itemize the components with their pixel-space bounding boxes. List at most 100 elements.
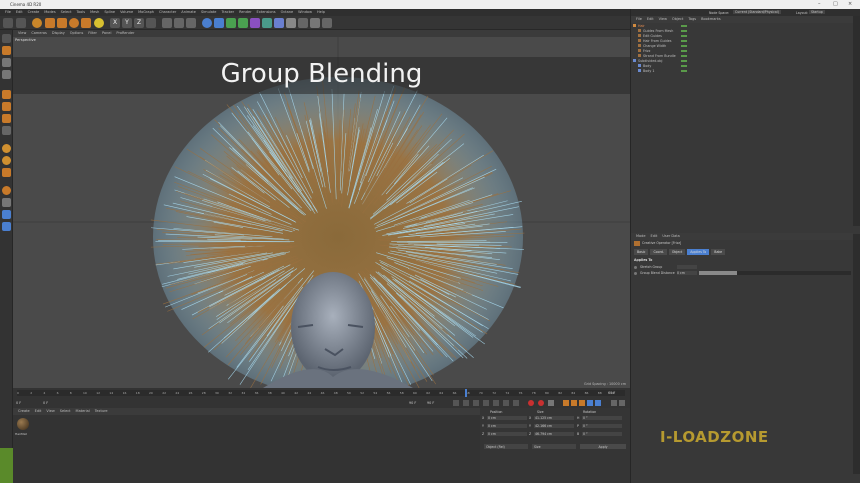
- keyframe-selection-icon[interactable]: [548, 400, 554, 406]
- key-param-icon[interactable]: [587, 400, 593, 406]
- end-frame-field[interactable]: 90 F: [409, 401, 416, 405]
- render-settings-icon[interactable]: [186, 18, 196, 28]
- array-icon[interactable]: [238, 18, 248, 28]
- prev-frame-icon[interactable]: [473, 400, 479, 406]
- timeline-icon[interactable]: [611, 400, 617, 406]
- size-mode-select[interactable]: Size: [532, 444, 576, 449]
- model-mode-icon[interactable]: [2, 46, 11, 55]
- material-menu-create[interactable]: Create: [18, 408, 30, 415]
- snap-toggle-icon[interactable]: [2, 168, 11, 177]
- material-menu-material[interactable]: Material: [76, 408, 90, 415]
- attr-tab[interactable]: Object: [668, 249, 686, 255]
- object-row[interactable]: Frizz: [638, 49, 708, 53]
- om-menu-file[interactable]: File: [636, 16, 642, 23]
- visibility-check-icon[interactable]: [681, 65, 687, 67]
- position-field[interactable]: 0 cm: [487, 432, 527, 436]
- menu-help[interactable]: Help: [317, 9, 325, 16]
- animate-dot-icon[interactable]: [634, 265, 637, 269]
- size-field[interactable]: 41.125 cm: [534, 416, 574, 420]
- viewport-menu-panel[interactable]: Panel: [102, 30, 111, 37]
- object-row[interactable]: Body 1: [638, 69, 708, 73]
- deformer-icon[interactable]: [250, 18, 260, 28]
- attr-menu-edit[interactable]: Edit: [651, 233, 658, 240]
- material-menu-view[interactable]: View: [46, 408, 54, 415]
- preview-end-field[interactable]: 90 F: [427, 401, 434, 405]
- apply-button[interactable]: Apply: [580, 444, 626, 449]
- maximize-icon[interactable]: □: [833, 1, 838, 7]
- attr-tab[interactable]: Basic: [634, 249, 649, 255]
- om-menu-view[interactable]: View: [659, 16, 667, 23]
- menu-octane[interactable]: Octane: [281, 9, 294, 16]
- attr-menu-mode[interactable]: Mode: [636, 233, 646, 240]
- hair-icon[interactable]: [298, 18, 308, 28]
- viewport-menu-view[interactable]: View: [18, 30, 26, 37]
- size-field[interactable]: 42.166 cm: [534, 424, 574, 428]
- rotate-tool-icon[interactable]: [69, 18, 79, 28]
- field-value[interactable]: [677, 265, 697, 269]
- field-value[interactable]: 0 cm: [677, 271, 697, 275]
- object-row[interactable]: Body: [638, 64, 708, 68]
- visibility-check-icon[interactable]: [681, 35, 687, 37]
- display-icon[interactable]: [310, 18, 320, 28]
- attributes-side-tabs[interactable]: [853, 234, 860, 474]
- goto-start-icon[interactable]: [453, 400, 459, 406]
- coordinate-system-icon[interactable]: [146, 18, 156, 28]
- paint-icon[interactable]: [2, 156, 11, 165]
- key-scale-icon[interactable]: [579, 400, 585, 406]
- menu-modes[interactable]: Modes: [44, 9, 55, 16]
- object-row[interactable]: Change Width: [638, 44, 708, 48]
- viewport-menu-cameras[interactable]: Cameras: [31, 30, 47, 37]
- next-frame-icon[interactable]: [493, 400, 499, 406]
- menu-character[interactable]: Character: [159, 9, 176, 16]
- animate-dot-icon[interactable]: [634, 271, 637, 275]
- visibility-check-icon[interactable]: [681, 55, 687, 57]
- visibility-check-icon[interactable]: [681, 60, 687, 62]
- attr-tab[interactable]: Coord.: [650, 249, 667, 255]
- key-rotation-icon[interactable]: [571, 400, 577, 406]
- menu-spline[interactable]: Spline: [104, 9, 115, 16]
- scheme-menu-icon[interactable]: [619, 400, 625, 406]
- menu-tracker[interactable]: Tracker: [221, 9, 234, 16]
- size-field[interactable]: 46.794 cm: [534, 432, 574, 436]
- material-menu-select[interactable]: Select: [60, 408, 71, 415]
- object-row[interactable]: Hair From Guides: [638, 39, 708, 43]
- group-blend-slider[interactable]: [699, 271, 851, 275]
- menu-edit[interactable]: Edit: [16, 9, 23, 16]
- material-menu-edit[interactable]: Edit: [35, 408, 42, 415]
- attr-menu-user-data[interactable]: User Data: [662, 233, 679, 240]
- side-tabs[interactable]: [853, 16, 860, 226]
- key-position-icon[interactable]: [563, 400, 569, 406]
- menu-mograph[interactable]: MoGraph: [138, 9, 154, 16]
- viewport-solo-icon[interactable]: [2, 222, 11, 231]
- live-select-icon[interactable]: [94, 18, 104, 28]
- layout-icon[interactable]: [2, 210, 11, 219]
- viewport-menu-display[interactable]: Display: [52, 30, 65, 37]
- autokey-icon[interactable]: [538, 400, 544, 406]
- next-key-icon[interactable]: [503, 400, 509, 406]
- attr-tab[interactable]: Applies To: [687, 249, 710, 255]
- visibility-check-icon[interactable]: [681, 25, 687, 27]
- sculpt-icon[interactable]: [2, 144, 11, 153]
- record-icon[interactable]: [528, 400, 534, 406]
- om-menu-bookmarks[interactable]: Bookmarks: [701, 16, 721, 23]
- object-row[interactable]: Hair: [633, 24, 703, 28]
- snap-icon[interactable]: [322, 18, 332, 28]
- render-view-icon[interactable]: [162, 18, 172, 28]
- key-pla-icon[interactable]: [595, 400, 601, 406]
- spline-pen-icon[interactable]: [214, 18, 224, 28]
- layout-select[interactable]: Startup: [809, 10, 825, 14]
- viewport-menu-filter[interactable]: Filter: [88, 30, 97, 37]
- menu-file[interactable]: File: [5, 9, 11, 16]
- start-frame-field[interactable]: 0 F: [43, 401, 48, 405]
- polygons-mode-icon[interactable]: [2, 114, 11, 123]
- play-icon[interactable]: [483, 400, 489, 406]
- node-space-select[interactable]: Current (Standard/Physical): [733, 10, 782, 14]
- menu-tools[interactable]: Tools: [76, 9, 85, 16]
- floor-icon[interactable]: [262, 18, 272, 28]
- om-menu-edit[interactable]: Edit: [647, 16, 654, 23]
- guides-mode-icon[interactable]: [2, 198, 11, 207]
- rotation-field[interactable]: 0 °: [582, 424, 622, 428]
- texture-mode-icon[interactable]: [2, 58, 11, 67]
- undo-icon[interactable]: [3, 18, 13, 28]
- viewport[interactable]: Perspective Group Blending Grid Spacing …: [13, 37, 630, 388]
